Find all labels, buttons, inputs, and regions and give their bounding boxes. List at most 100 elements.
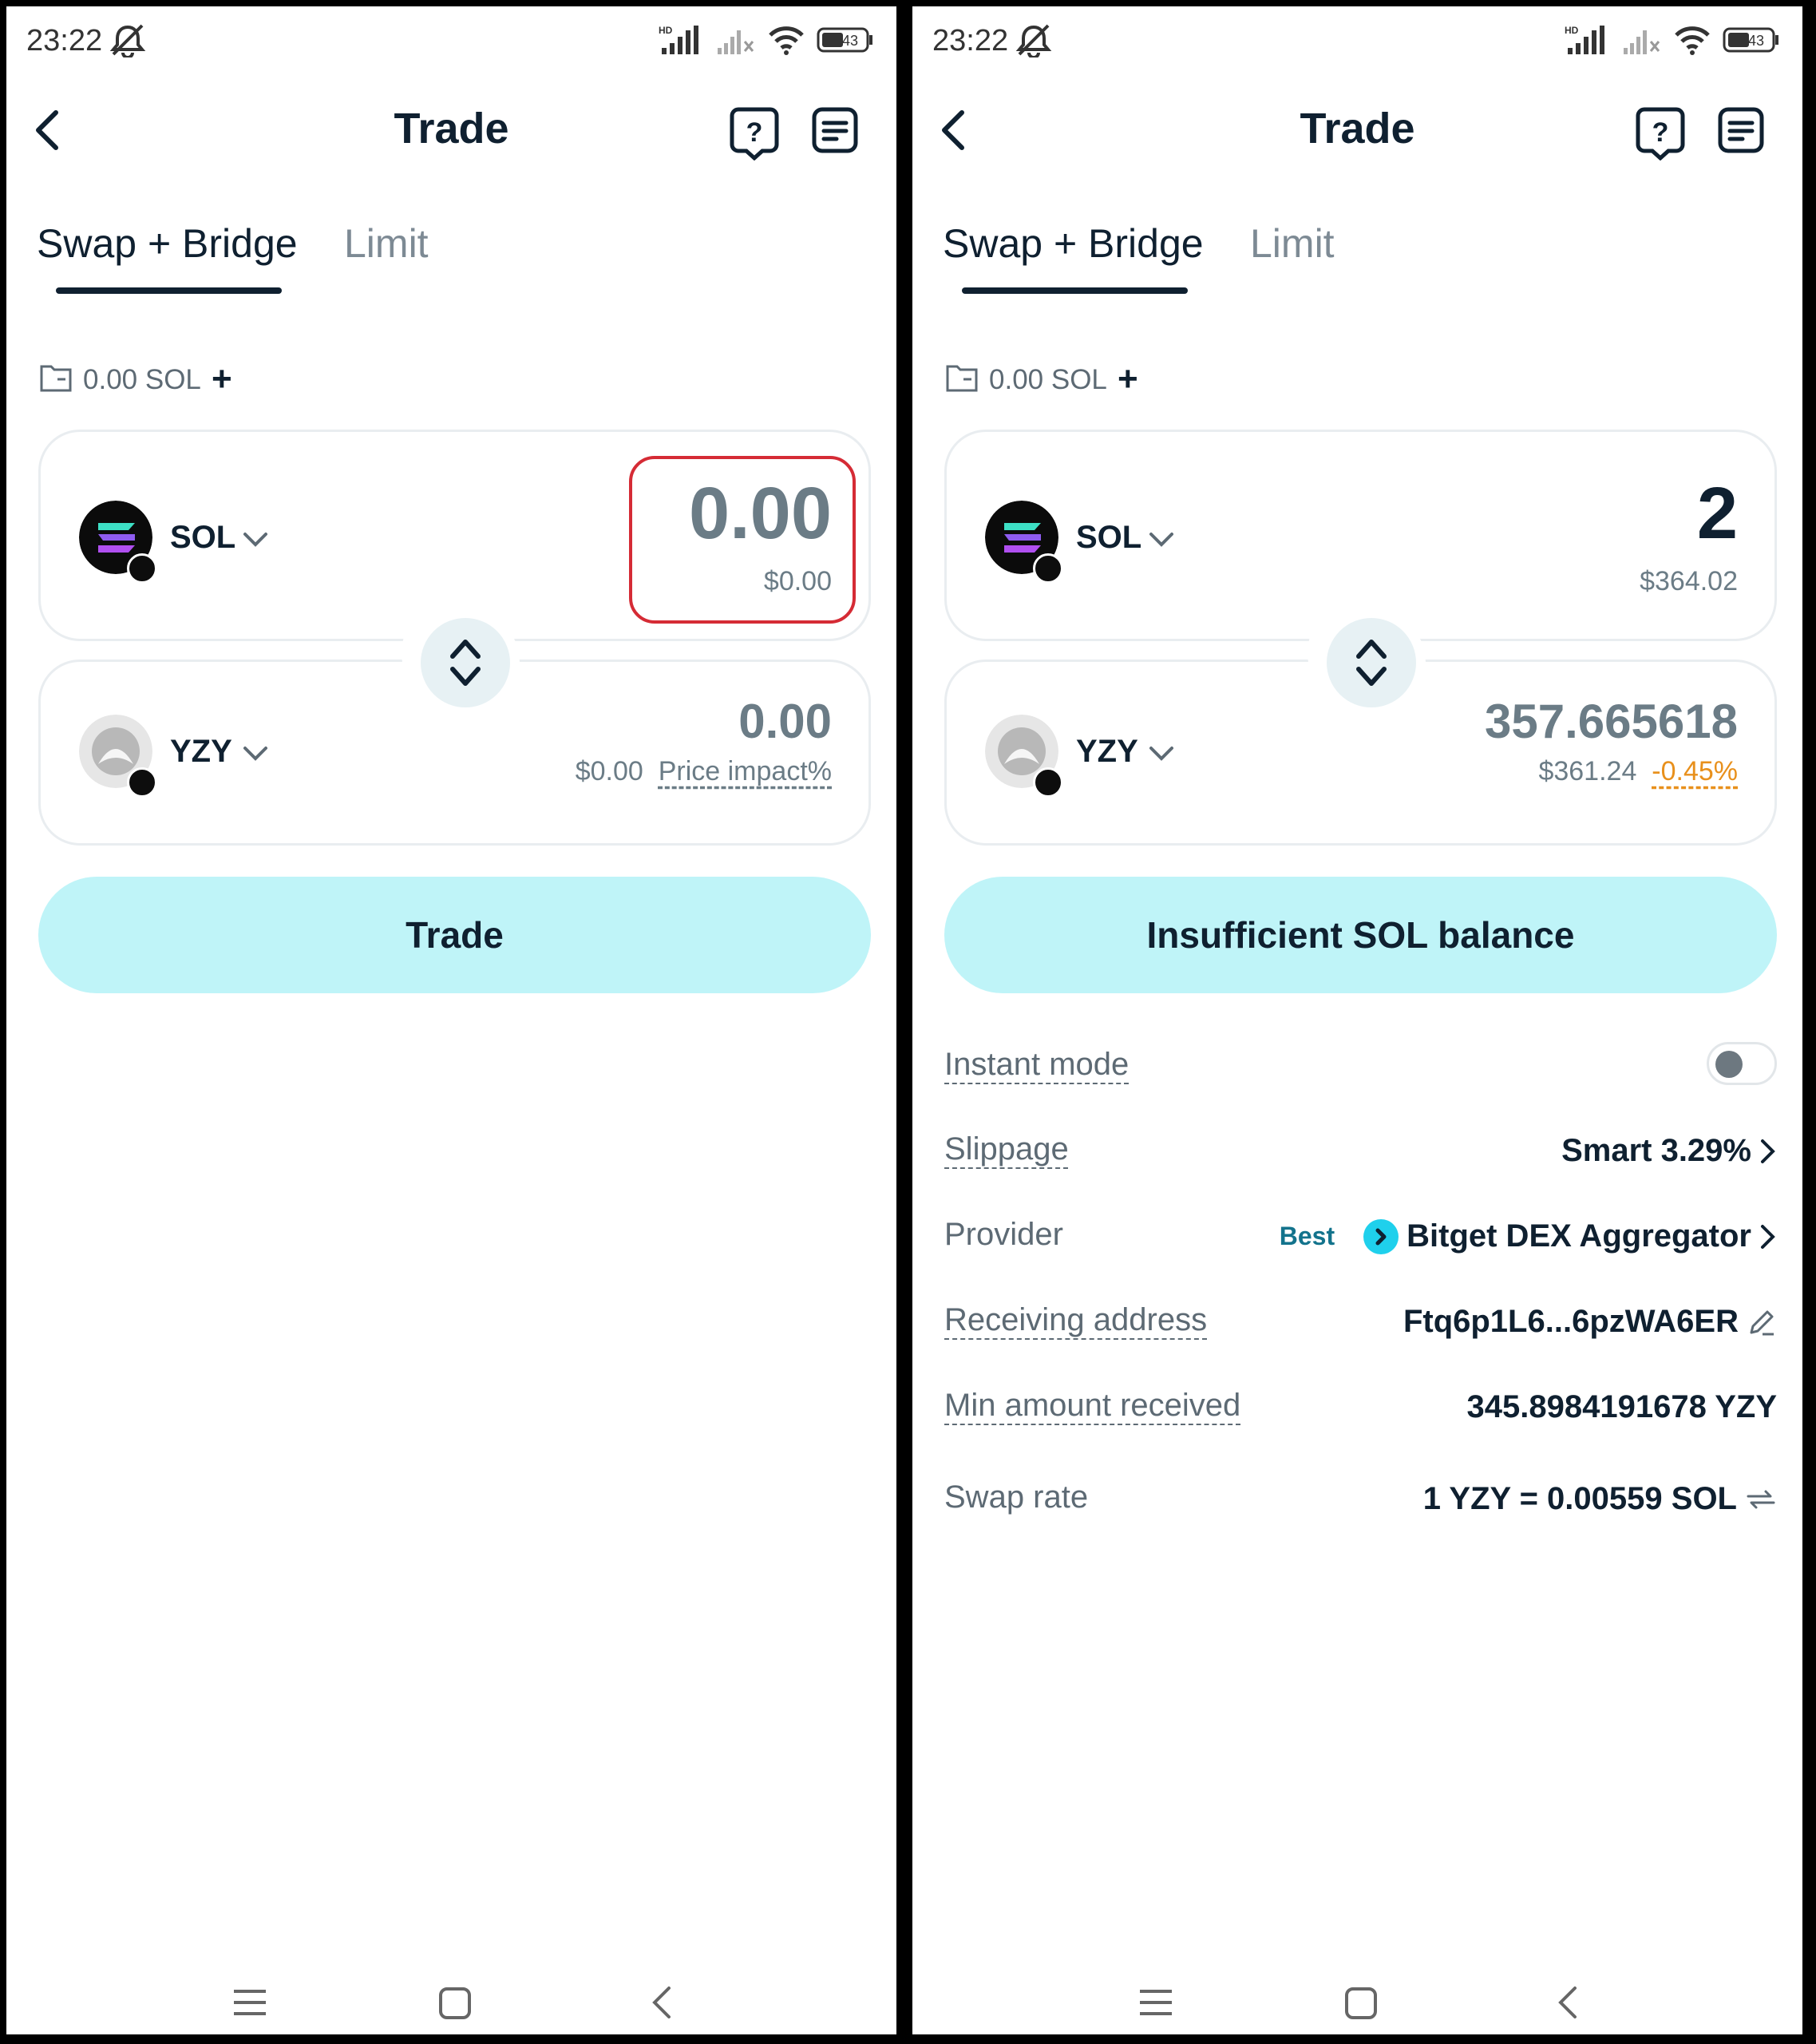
swap-rate-value: 1 YZY = 0.00559 SOL: [1422, 1481, 1737, 1516]
home-icon[interactable]: [1344, 1987, 1378, 2020]
status-icons: HD 43: [659, 24, 874, 56]
edit-icon[interactable]: [1747, 1307, 1777, 1337]
to-token-symbol[interactable]: YZY: [170, 734, 232, 770]
svg-text:43: 43: [842, 33, 858, 49]
swap-rate-value-wrap[interactable]: 1 YZY = 0.00559 SOL: [1423, 1481, 1777, 1517]
from-amount-input[interactable]: 2: [1697, 472, 1738, 556]
screen-left: 23:22 HD 43 Trade ? Swap + Bridge Limit …: [6, 6, 896, 2034]
refresh-icon[interactable]: [1745, 1485, 1777, 1514]
slippage-value-wrap[interactable]: Smart 3.29%: [1561, 1133, 1777, 1169]
chain-badge: [1033, 553, 1063, 584]
chevron-right-icon: [1761, 1224, 1775, 1249]
nav-back-icon[interactable]: [1556, 1985, 1580, 2020]
add-funds-plus-icon[interactable]: +: [212, 362, 232, 397]
balance-text: 0.00 SOL: [989, 364, 1107, 395]
to-amount: 0.00: [738, 695, 832, 748]
home-icon[interactable]: [438, 1987, 472, 2020]
help-icon[interactable]: ?: [729, 106, 780, 160]
status-time: 23:22: [932, 24, 1009, 57]
help-icon[interactable]: ?: [1635, 106, 1686, 160]
tab-underline: [56, 287, 282, 294]
to-usd-row: $0.00 Price impact%: [576, 756, 832, 787]
receiving-address-value: Ftq6p1L6...6pzWA6ER: [1403, 1304, 1739, 1339]
to-amount: 357.665618: [1485, 695, 1738, 748]
chevron-down-icon[interactable]: [1148, 745, 1175, 763]
status-time: 23:22: [26, 24, 103, 57]
svg-text:HD: HD: [659, 25, 673, 36]
price-impact-link[interactable]: -0.45%: [1652, 756, 1738, 786]
slippage-row[interactable]: Slippage Smart 3.29%: [944, 1131, 1777, 1179]
min-amount-label[interactable]: Min amount received: [944, 1388, 1240, 1424]
swap-direction-button[interactable]: [1317, 608, 1426, 717]
status-icons: HD 43: [1565, 24, 1780, 56]
swap-direction-button[interactable]: [411, 608, 520, 717]
android-nav-bar: [6, 1979, 896, 2026]
battery-icon: 43: [817, 27, 872, 53]
to-usd-value: $361.24: [1538, 756, 1637, 786]
nav-back-icon[interactable]: [650, 1985, 674, 2020]
swap-rate-row: Swap rate 1 YZY = 0.00559 SOL: [944, 1480, 1777, 1527]
screen-right: 23:22 HD 43 Trade ? Swap + Bridge Limit …: [912, 6, 1802, 2034]
provider-value: Bitget DEX Aggregator: [1407, 1218, 1751, 1254]
slippage-value: Smart 3.29%: [1561, 1133, 1751, 1168]
receiving-address-label[interactable]: Receiving address: [944, 1302, 1207, 1338]
signal-icon: HD: [1565, 25, 1604, 54]
swap-direction-icon: [450, 640, 481, 686]
chevron-down-icon[interactable]: [242, 531, 269, 549]
min-amount-row: Min amount received 345.8984191678 YZY: [944, 1388, 1777, 1436]
receiving-address-row[interactable]: Receiving address Ftq6p1L6...6pzWA6ER: [944, 1302, 1777, 1350]
tab-limit[interactable]: Limit: [344, 220, 429, 267]
instant-mode-row: Instant mode: [944, 1042, 1777, 1095]
chain-badge: [127, 553, 157, 584]
price-impact-link[interactable]: Price impact%: [659, 756, 832, 786]
min-amount-value: 345.8984191678 YZY: [1466, 1389, 1778, 1424]
battery-icon: 43: [1723, 27, 1778, 53]
to-token-symbol[interactable]: YZY: [1076, 734, 1138, 770]
from-token-symbol[interactable]: SOL: [170, 520, 235, 556]
menu-icon[interactable]: [1138, 1987, 1173, 2018]
tab-swap-bridge[interactable]: Swap + Bridge: [943, 220, 1204, 267]
chain-badge: [127, 767, 157, 798]
svg-text:43: 43: [1748, 33, 1764, 49]
chevron-down-icon[interactable]: [1148, 531, 1175, 549]
amount-highlight-box: [629, 456, 856, 624]
best-tag: Best: [1279, 1222, 1335, 1250]
swap-rate-label: Swap rate: [944, 1480, 1089, 1515]
instant-mode-label[interactable]: Instant mode: [944, 1047, 1129, 1083]
balance-text: 0.00 SOL: [83, 364, 201, 395]
orders-icon[interactable]: [1717, 106, 1765, 154]
from-usd-value: $364.02: [1640, 566, 1738, 596]
orders-icon[interactable]: [811, 106, 859, 154]
tab-swap-bridge[interactable]: Swap + Bridge: [37, 220, 298, 267]
signal-icon: HD: [659, 25, 698, 54]
bitget-logo-icon: [1363, 1218, 1399, 1254]
trade-button[interactable]: Trade: [38, 877, 871, 993]
wifi-icon: [1675, 26, 1710, 55]
provider-value-wrap[interactable]: Best Bitget DEX Aggregator: [1280, 1218, 1777, 1254]
svg-text:?: ?: [1652, 117, 1669, 148]
toggle-knob: [1715, 1051, 1743, 1078]
signal-off-icon: [718, 30, 754, 54]
provider-label: Provider: [944, 1217, 1063, 1252]
mute-icon: [109, 24, 146, 57]
to-usd-value: $0.00: [575, 756, 643, 786]
svg-text:?: ?: [746, 117, 763, 148]
chevron-down-icon[interactable]: [242, 745, 269, 763]
slippage-label[interactable]: Slippage: [944, 1131, 1069, 1167]
tab-underline: [962, 287, 1188, 294]
svg-text:HD: HD: [1565, 25, 1579, 36]
signal-off-icon: [1624, 30, 1660, 54]
from-token-symbol[interactable]: SOL: [1076, 520, 1141, 556]
menu-icon[interactable]: [232, 1987, 267, 2018]
wifi-icon: [769, 26, 804, 55]
chain-badge: [1033, 767, 1063, 798]
insufficient-balance-button[interactable]: Insufficient SOL balance: [944, 877, 1777, 993]
wallet-icon: [40, 365, 72, 392]
chevron-right-icon: [1761, 1139, 1775, 1163]
wallet-icon: [946, 365, 978, 392]
provider-row[interactable]: Provider Best Bitget DEX Aggregator: [944, 1217, 1777, 1265]
instant-mode-toggle[interactable]: [1707, 1042, 1777, 1085]
tab-limit[interactable]: Limit: [1250, 220, 1335, 267]
receiving-value-wrap[interactable]: Ftq6p1L6...6pzWA6ER: [1403, 1304, 1777, 1340]
add-funds-plus-icon[interactable]: +: [1118, 362, 1138, 397]
